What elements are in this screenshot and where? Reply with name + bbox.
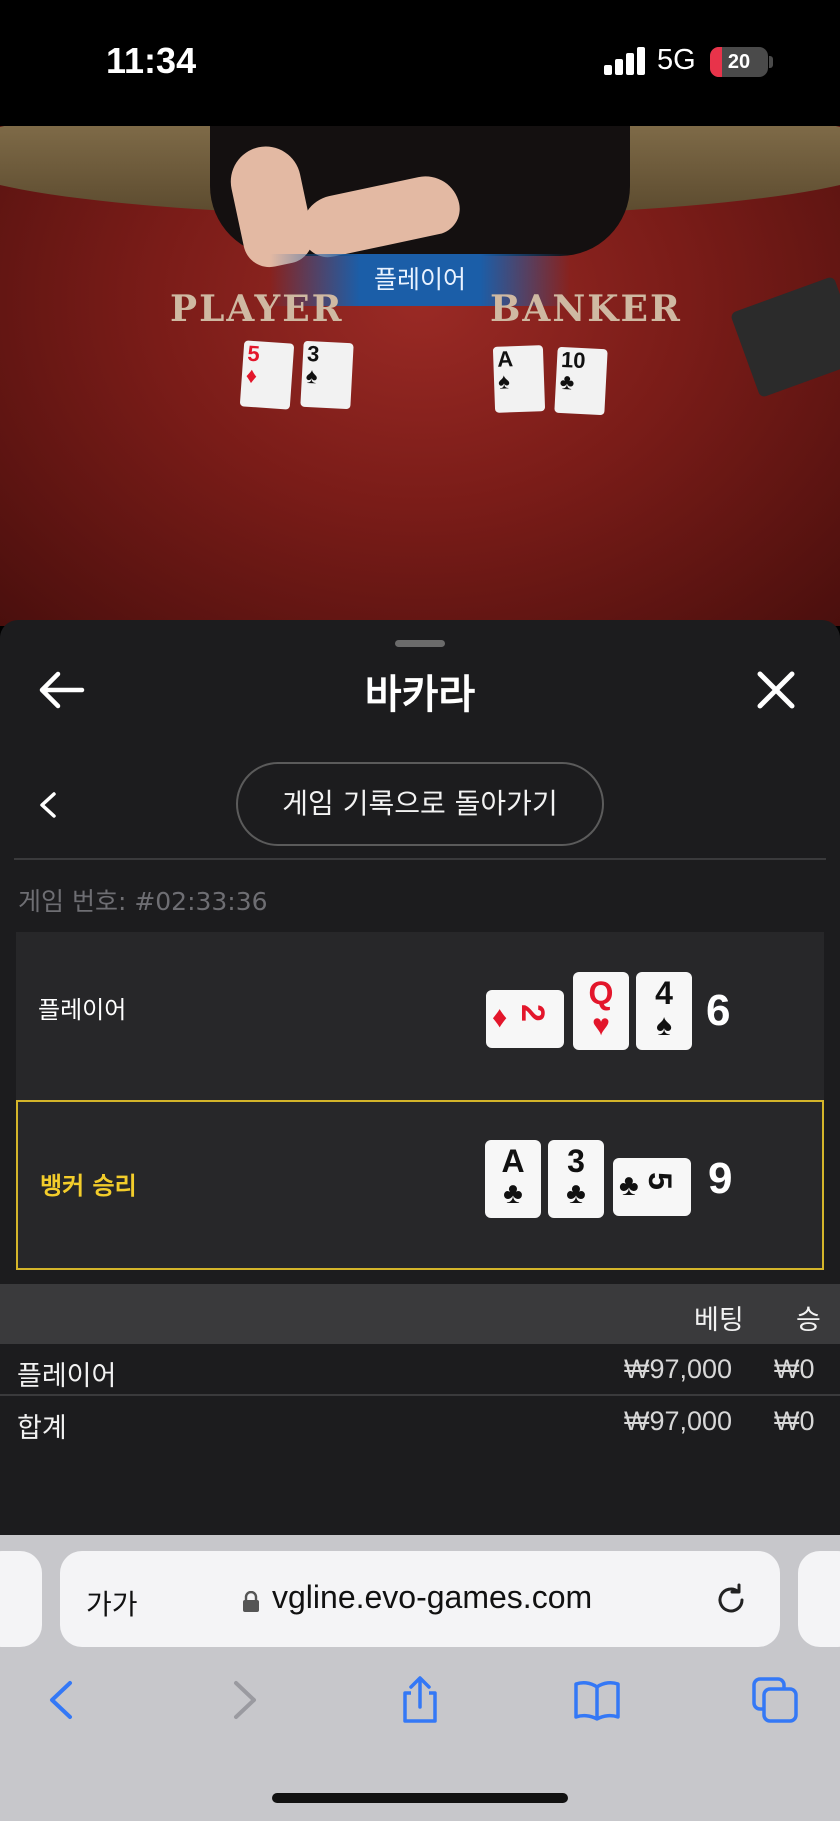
divider: [14, 858, 826, 860]
card-suit: ♣: [566, 1177, 586, 1210]
previous-tab-preview[interactable]: [0, 1551, 42, 1647]
player-hand-label: 플레이어: [38, 996, 127, 1024]
next-tab-preview[interactable]: [798, 1551, 840, 1647]
win-amount: ₩0: [774, 1354, 815, 1384]
bet-column-header: 베팅: [694, 1305, 744, 1336]
share-icon[interactable]: [395, 1675, 445, 1725]
table-row: 합계 ₩97,000 ₩0: [0, 1396, 840, 1448]
player-hand-row: 플레이어 ♦ 2 Q ♥ 4 ♠ 6: [16, 932, 824, 1102]
table-player-card-2: 3 ♠: [300, 340, 354, 410]
bookmarks-icon[interactable]: [572, 1675, 622, 1725]
reload-icon[interactable]: [712, 1581, 750, 1619]
player-area-label: PLAYER: [170, 288, 344, 330]
card-suit: ♠: [656, 1009, 672, 1042]
battery-tip: [769, 56, 773, 68]
banker-hand-row: 뱅커 승리 A ♣ 3 ♣ ♣ 5 9: [16, 1100, 824, 1270]
card-suit: ♦: [245, 362, 259, 389]
card-suit: ♥: [592, 1009, 610, 1042]
card-rank: 3: [567, 1143, 585, 1179]
card-rank: 2: [514, 1004, 551, 1022]
battery-level: 20: [727, 51, 751, 73]
network-type: 5G: [657, 44, 696, 76]
table-banker-card-1: A ♠: [492, 345, 546, 413]
bet-name: 합계: [17, 1413, 67, 1444]
battery-icon: 20: [710, 47, 768, 77]
sheet-grabber[interactable]: [395, 640, 445, 647]
home-indicator[interactable]: [272, 1793, 568, 1803]
banker-area-label: BANKER: [490, 288, 682, 330]
status-bar: 11:34 5G 20: [0, 0, 840, 126]
banker-win-label: 뱅커 승리: [40, 1172, 137, 1200]
live-game-video: 플레이어 PLAYER BANKER 5 ♦ 3 ♠ A ♠ 10 ♣: [0, 126, 840, 626]
player-card-2: Q ♥: [573, 972, 629, 1050]
bet-name: 플레이어: [17, 1361, 117, 1392]
back-chevron-icon[interactable]: [38, 1675, 88, 1725]
player-card-1: ♦ 2: [486, 990, 564, 1048]
win-amount: ₩0: [774, 1406, 815, 1436]
card-suit: ♦: [492, 1001, 508, 1034]
player-card-3: 4 ♠: [636, 972, 692, 1050]
back-to-history-button[interactable]: 게임 기록으로 돌아가기: [236, 762, 604, 846]
card-shoe: [729, 275, 840, 399]
card-rank: 4: [655, 975, 673, 1011]
table-row: 플레이어 ₩97,000 ₩0: [0, 1344, 840, 1396]
close-icon[interactable]: [752, 666, 800, 714]
address-bar[interactable]: 가가 vgline.evo-games.com: [60, 1551, 780, 1647]
player-hand-total: 6: [706, 986, 731, 1035]
table-player-card-1: 5 ♦: [239, 340, 295, 410]
url-text[interactable]: vgline.evo-games.com: [272, 1579, 592, 1616]
card-suit: ♣: [619, 1169, 639, 1202]
banker-hand-total: 9: [708, 1154, 733, 1203]
browser-toolbar: 가가 vgline.evo-games.com: [0, 1535, 840, 1821]
clock: 11:34: [106, 40, 197, 81]
card-suit: ♣: [503, 1177, 523, 1210]
chevron-left-icon[interactable]: [36, 790, 60, 820]
card-rank: A: [501, 1143, 525, 1179]
card-suit: ♠: [497, 368, 511, 394]
bet-amount: ₩97,000: [624, 1406, 733, 1436]
banker-card-2: 3 ♣: [548, 1140, 604, 1218]
modal-title: 바카라: [364, 672, 476, 718]
bets-table-header: 베팅 승: [0, 1284, 840, 1344]
game-number: 게임 번호: #02:33:36: [18, 887, 268, 916]
cellular-signal-icon: [604, 47, 646, 75]
lock-icon: [243, 1591, 259, 1612]
win-column-header: 승: [796, 1305, 821, 1336]
banker-card-1: A ♣: [485, 1140, 541, 1218]
card-suit: ♠: [305, 362, 319, 389]
banker-card-3: ♣ 5: [613, 1158, 691, 1216]
table-banker-card-2: 10 ♣: [554, 346, 608, 416]
card-rank: 5: [641, 1172, 678, 1190]
card-suit: ♣: [559, 368, 576, 395]
tabs-icon[interactable]: [750, 1675, 800, 1725]
bet-amount: ₩97,000: [624, 1354, 733, 1384]
forward-chevron-icon[interactable]: [218, 1675, 268, 1725]
game-history-sheet: 바카라 게임 기록으로 돌아가기 게임 번호: #02:33:36 플레이어 ♦…: [0, 620, 840, 1540]
card-rank: Q: [588, 975, 614, 1011]
text-size-button[interactable]: 가가: [86, 1583, 138, 1623]
